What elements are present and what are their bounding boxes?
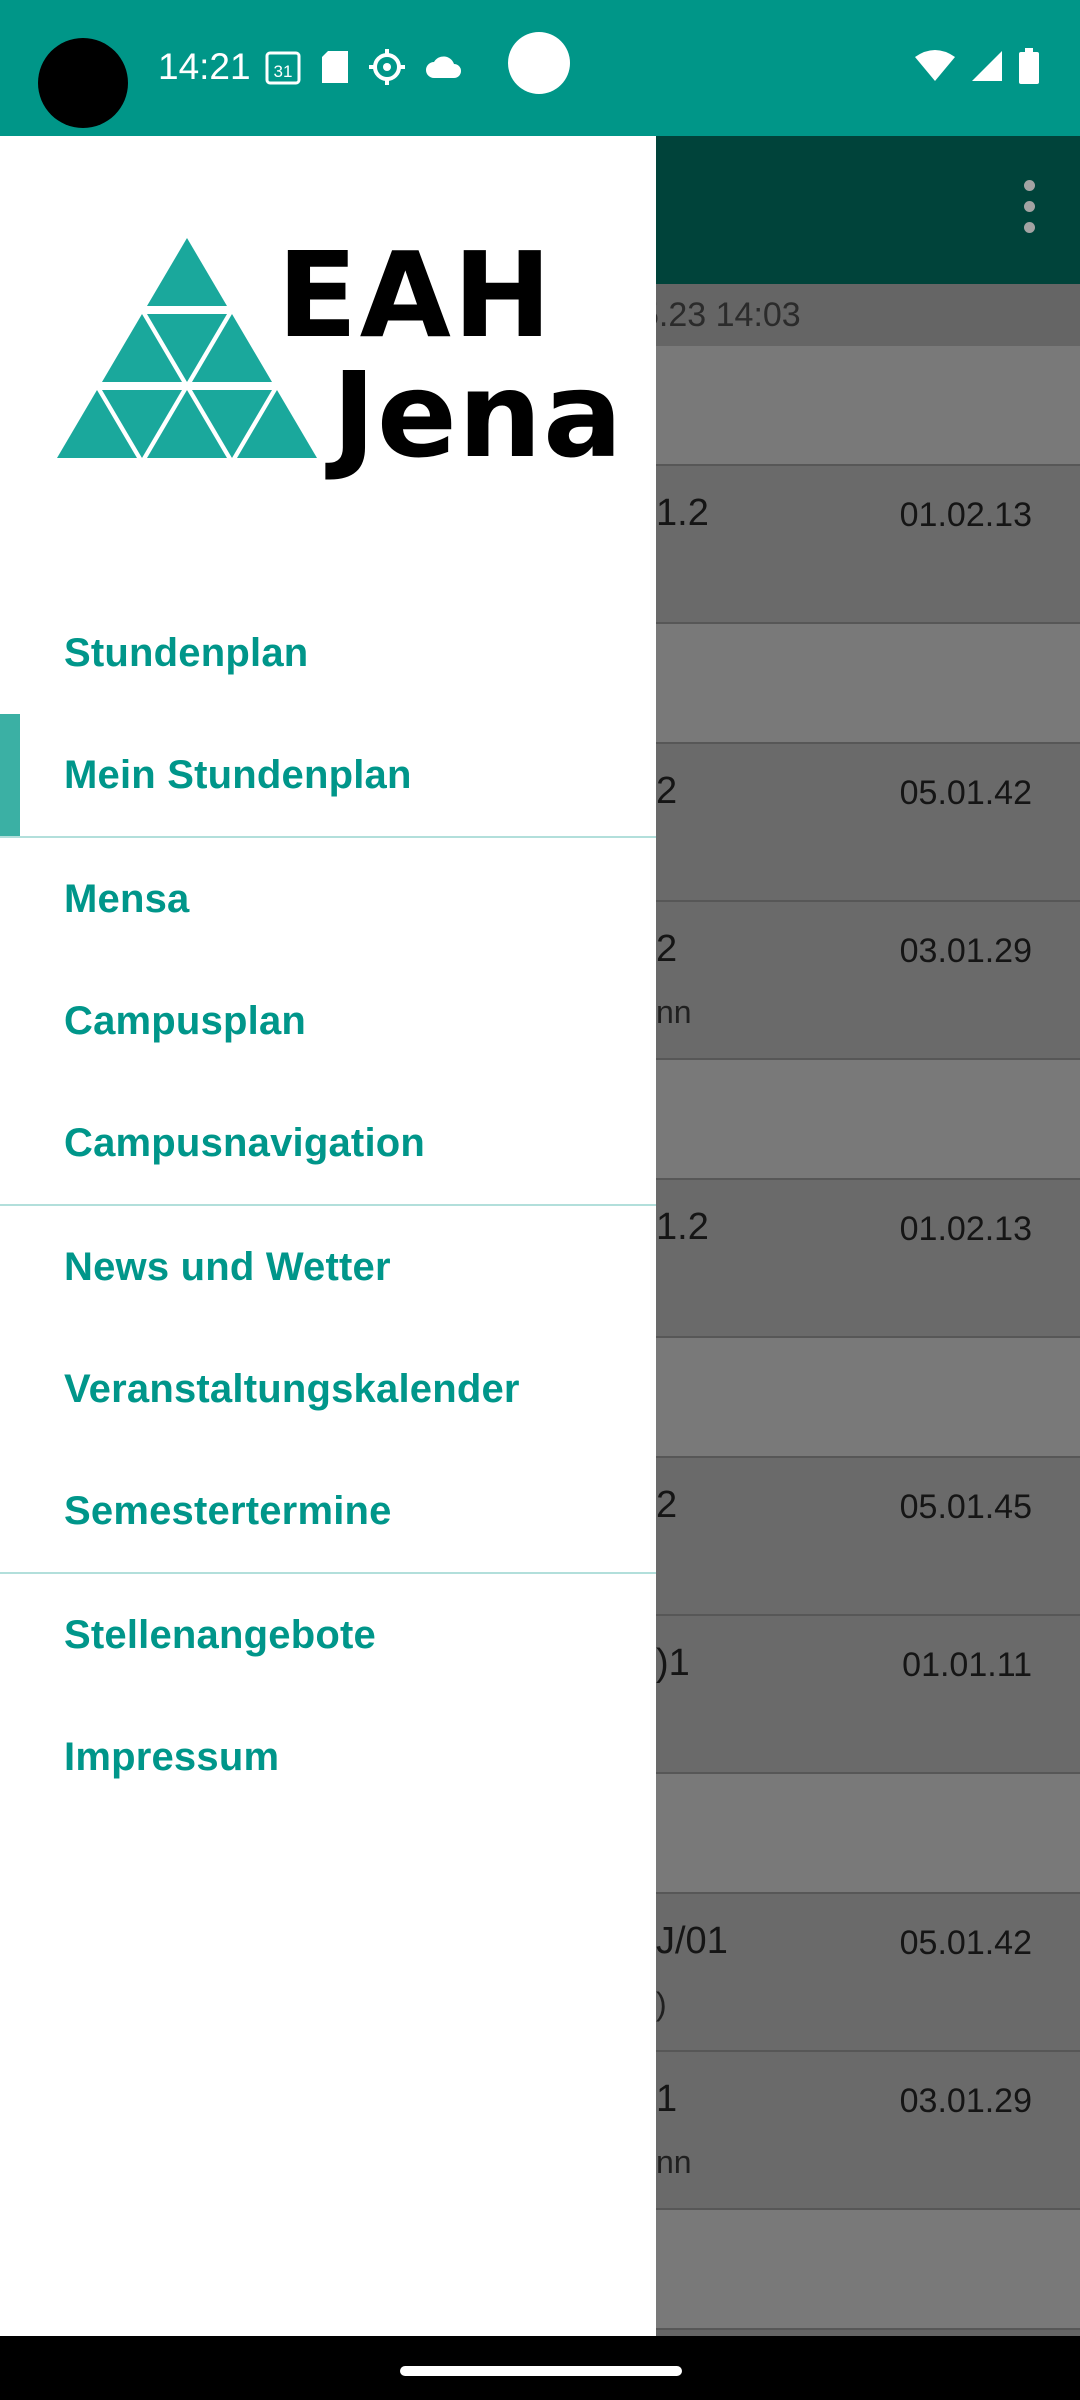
logo-eah-text: EAH [277, 226, 554, 364]
menu-campusnavigation[interactable]: Campusnavigation [0, 1082, 656, 1204]
sd-card-icon [322, 51, 348, 83]
menu-item-label: Semestertermine [64, 1488, 392, 1533]
menu-item-label: Mein Stundenplan [64, 752, 412, 797]
menu-stundenplan[interactable]: Stundenplan [0, 592, 656, 714]
menu-item-label: Stellenangebote [64, 1612, 376, 1657]
menu-veranstaltungskalender[interactable]: Veranstaltungskalender [0, 1328, 656, 1450]
system-navigation-bar [0, 2336, 1080, 2400]
menu-stellenangebote[interactable]: Stellenangebote [0, 1574, 656, 1696]
menu-item-label: Campusplan [64, 998, 307, 1043]
calendar-icon: 31 [265, 51, 301, 85]
menu-mein-stundenplan[interactable]: Mein Stundenplan [0, 714, 656, 836]
menu-item-label: Mensa [64, 876, 190, 921]
menu-item-label: Impressum [64, 1734, 280, 1779]
cloud-icon [426, 56, 461, 78]
calendar-day: 31 [274, 62, 293, 81]
status-bar: 14:21 31 [0, 0, 1080, 136]
menu-item-label: News und Wetter [64, 1244, 391, 1289]
active-item-indicator [0, 714, 20, 836]
menu-campusplan[interactable]: Campusplan [0, 960, 656, 1082]
status-time: 14:21 [158, 46, 251, 87]
home-gesture-handle[interactable] [400, 2366, 682, 2376]
status-notification-icons: 31 [264, 48, 464, 86]
menu-item-label: Veranstaltungskalender [64, 1366, 520, 1411]
status-circle-indicator [508, 32, 570, 94]
menu-semestertermine[interactable]: Semestertermine [0, 1450, 656, 1572]
menu-impressum[interactable]: Impressum [0, 1696, 656, 1818]
camera-cutout [38, 38, 128, 128]
logo-jena-text: Jena [332, 346, 624, 484]
drawer-menu: Stundenplan Mein Stundenplan Mensa Campuspl… [0, 592, 656, 1818]
menu-item-label: Campusnavigation [64, 1120, 426, 1165]
menu-news-und-wetter[interactable]: News und Wetter [0, 1206, 656, 1328]
navigation-drawer: EAH Jena Stundenplan Mein Stundenplan Mens… [0, 136, 656, 2336]
menu-item-label: Stundenplan [64, 630, 309, 675]
menu-mensa[interactable]: Mensa [0, 838, 656, 960]
signal-icon [972, 51, 1002, 81]
wifi-icon [915, 50, 955, 81]
status-system-icons [914, 48, 1040, 84]
battery-icon [1019, 48, 1039, 84]
eah-jena-logo: EAH Jena [52, 226, 623, 486]
settings-gear-icon [369, 49, 405, 85]
